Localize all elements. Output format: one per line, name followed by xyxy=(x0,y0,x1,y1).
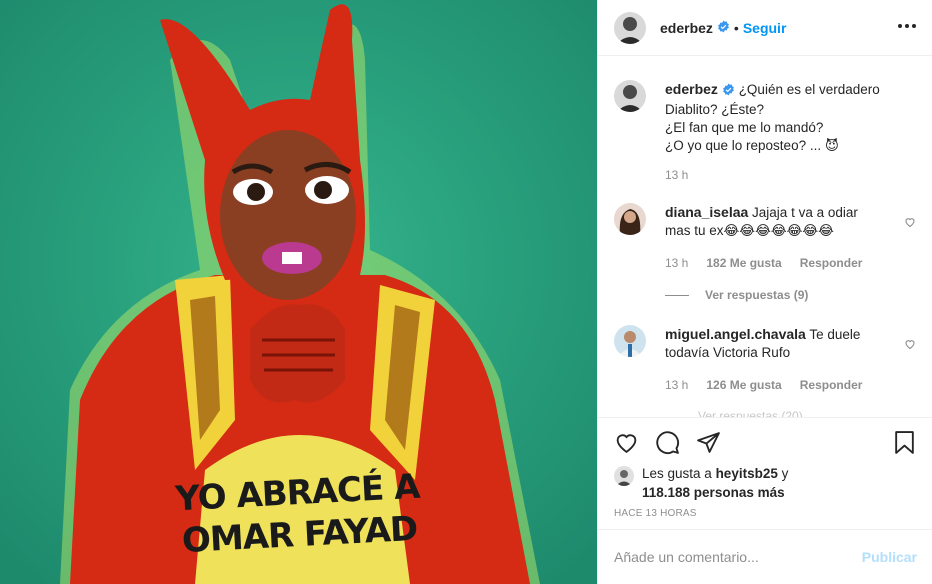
bookmark-icon[interactable] xyxy=(892,430,917,458)
comment-line-2: mas tu ex😂😂😂😂😂😂😂 xyxy=(665,223,834,238)
author-avatar[interactable] xyxy=(614,11,646,44)
comment-line-2: todavía Victoria Rufo xyxy=(665,345,791,360)
likes-prefix: Les gusta a xyxy=(642,466,716,481)
author-username[interactable]: ederbez xyxy=(660,20,713,36)
comment-meta: 13 h 182 Me gusta Responder xyxy=(665,256,862,270)
view-replies-button[interactable]: Ver respuestas (9) xyxy=(665,288,808,302)
commenter-avatar[interactable] xyxy=(614,203,646,235)
comment-line-1: Jajaja t va a odiar xyxy=(752,205,858,220)
heart-icon[interactable] xyxy=(614,430,639,458)
replies-divider xyxy=(665,294,689,296)
likes-count[interactable]: 118.188 personas más xyxy=(642,485,785,500)
view-replies-button[interactable]: Ver respuestas (20) xyxy=(698,409,803,417)
caption-line-3: ¿El fan que me lo mandó? xyxy=(665,120,824,135)
comment-likes[interactable]: 182 Me gusta xyxy=(706,256,781,270)
likes-text: Les gusta a heyitsb25 y 118.188 personas… xyxy=(642,464,788,502)
caption-line-2: Diablito? ¿Éste? xyxy=(665,102,765,117)
comment-likes[interactable]: 126 Me gusta xyxy=(706,378,781,392)
commenter-username[interactable]: miguel.angel.chavala xyxy=(665,326,806,342)
post-header: ederbez • Seguir xyxy=(598,0,932,56)
caption-line-4: ¿O yo que lo reposteo? ... 😈 xyxy=(665,138,839,153)
comment-like-icon[interactable] xyxy=(904,337,916,353)
caption-avatar[interactable] xyxy=(614,80,646,112)
comments-list[interactable]: ederbez ¿Quién es el verdadero Diablito?… xyxy=(598,57,932,417)
comment-like-icon[interactable] xyxy=(904,215,916,231)
post-actions: Les gusta a heyitsb25 y 118.188 personas… xyxy=(598,417,932,547)
caption-username[interactable]: ederbez xyxy=(665,81,718,97)
post-timestamp[interactable]: Hace 13 horas xyxy=(614,508,697,519)
comment-line-1: Te duele xyxy=(809,327,861,342)
comment-text: miguel.angel.chavala Te duele todavía Vi… xyxy=(665,325,890,362)
comment-text: diana_iselaa Jajaja t va a odiar mas tu … xyxy=(665,203,890,240)
likes-suffix: y xyxy=(777,466,789,481)
comment-meta: 13 h 126 Me gusta Responder xyxy=(665,378,862,392)
comment-item: miguel.angel.chavala Te duele todavía Vi… xyxy=(614,325,916,417)
action-icons xyxy=(614,430,721,458)
reply-button[interactable]: Responder xyxy=(800,378,863,392)
add-comment-bar: Publicar xyxy=(598,529,932,584)
comment-time[interactable]: 13 h xyxy=(665,378,688,392)
likes-summary: Les gusta a heyitsb25 y 118.188 personas… xyxy=(614,464,788,502)
comment-icon[interactable] xyxy=(655,430,680,458)
view-replies-label[interactable]: Ver respuestas (9) xyxy=(705,288,808,302)
publish-button[interactable]: Publicar xyxy=(862,549,917,565)
commenter-avatar[interactable] xyxy=(614,325,646,357)
follow-button[interactable]: Seguir xyxy=(743,20,787,36)
share-icon[interactable] xyxy=(696,430,721,458)
liker-avatar[interactable] xyxy=(614,466,634,486)
caption-time[interactable]: 13 h xyxy=(665,168,688,182)
header-separator: • xyxy=(733,19,739,36)
verified-badge-icon xyxy=(717,20,730,36)
post-image[interactable]: YO ABRACÉ A OMAR FAYAD xyxy=(0,0,597,584)
comment-time[interactable]: 13 h xyxy=(665,256,688,270)
verified-badge-icon xyxy=(722,83,735,101)
caption-line-1: ¿Quién es el verdadero xyxy=(738,82,880,97)
comment-input[interactable] xyxy=(614,549,862,565)
reply-button[interactable]: Responder xyxy=(800,256,863,270)
caption-text: ederbez ¿Quién es el verdadero Diablito?… xyxy=(665,80,890,155)
caption: ederbez ¿Quién es el verdadero Diablito?… xyxy=(614,80,914,220)
post-side-panel: ederbez • Seguir ederbez ¿Quién es el ve… xyxy=(597,0,932,584)
more-icon[interactable] xyxy=(895,14,919,38)
caption-meta: 13 h xyxy=(665,168,688,182)
commenter-username[interactable]: diana_iselaa xyxy=(665,204,748,220)
liker-username[interactable]: heyitsb25 xyxy=(716,466,778,481)
